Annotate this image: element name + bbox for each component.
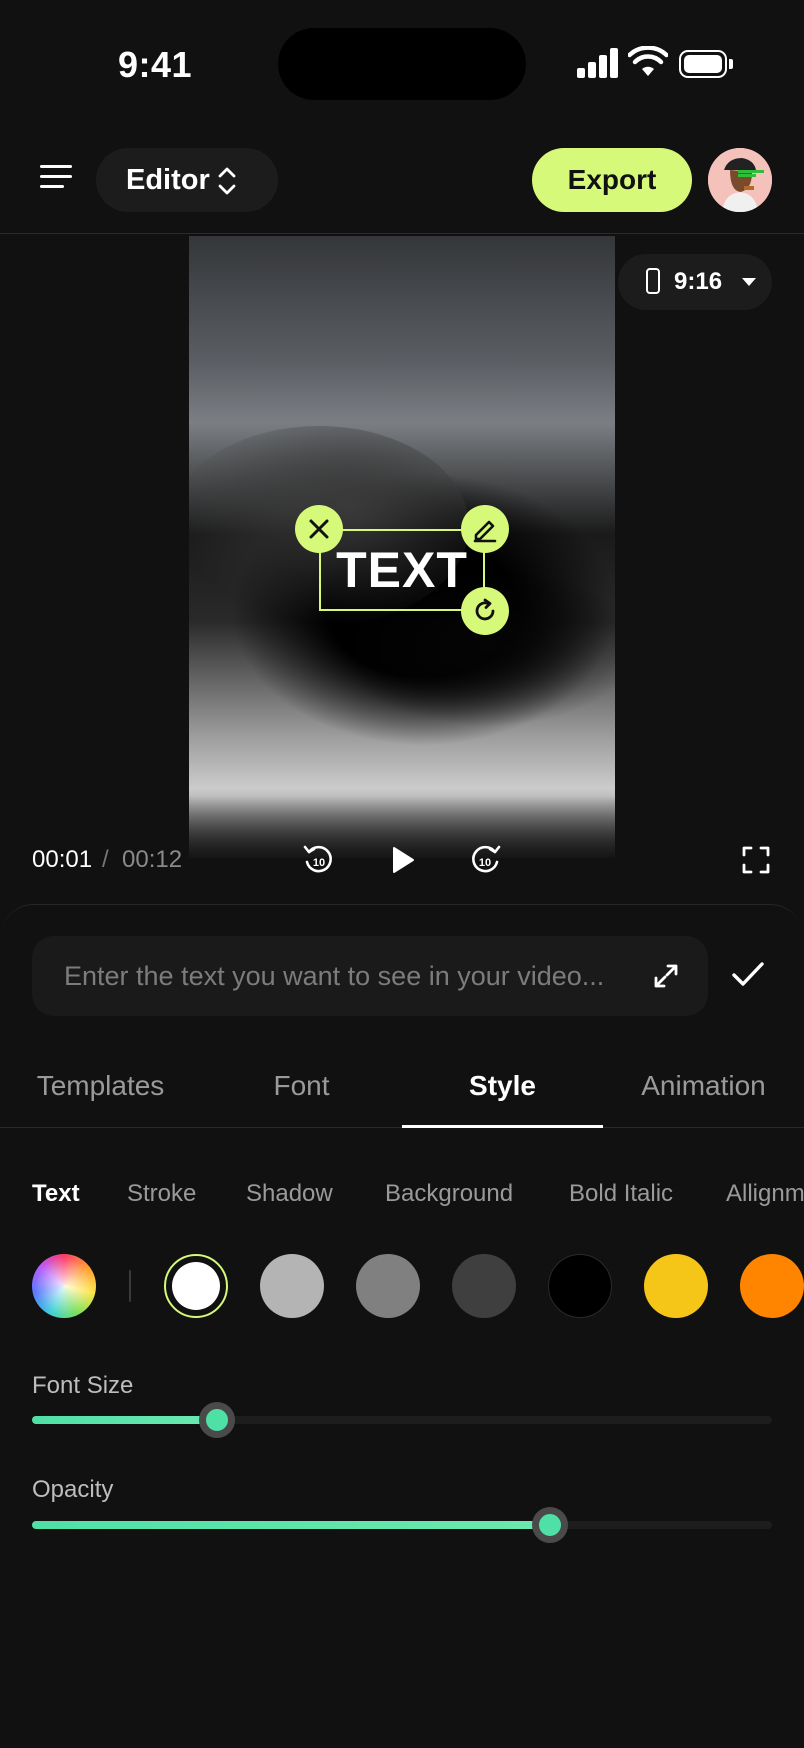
status-bar: 9:41 xyxy=(0,0,804,120)
phone-icon xyxy=(646,268,660,294)
swatch-light-gray[interactable] xyxy=(260,1254,324,1318)
color-swatches xyxy=(0,1254,804,1322)
play-icon[interactable] xyxy=(382,840,422,880)
swatch-gray[interactable] xyxy=(356,1254,420,1318)
opacity-slider[interactable] xyxy=(32,1507,772,1543)
rewind-10-icon[interactable]: 10 xyxy=(299,840,339,880)
text-input[interactable] xyxy=(64,936,624,1016)
rotate-icon xyxy=(475,598,495,621)
hamburger-icon xyxy=(40,165,72,168)
editor-mode-selector[interactable]: Editor xyxy=(96,148,278,212)
time-separator: / xyxy=(102,846,109,873)
forward-10-icon[interactable]: 10 xyxy=(465,840,505,880)
font-size-slider-thumb[interactable] xyxy=(199,1402,235,1438)
aspect-ratio-label: 9:16 xyxy=(674,268,723,295)
delete-text-button[interactable] xyxy=(295,505,343,553)
swatch-dark-gray[interactable] xyxy=(452,1254,516,1318)
color-wheel-picker[interactable] xyxy=(32,1254,96,1318)
swatch-black[interactable] xyxy=(548,1254,612,1318)
subtab-alignment[interactable]: Allignment xyxy=(726,1180,804,1208)
active-tab-indicator xyxy=(402,1125,603,1128)
editor-mode-label: Editor xyxy=(126,164,210,196)
font-size-slider[interactable] xyxy=(32,1402,772,1438)
style-sub-tabs: Text Stroke Shadow Background Bold Itali… xyxy=(0,1180,804,1220)
aspect-ratio-selector[interactable]: 9:16 xyxy=(618,254,772,310)
tab-templates[interactable]: Templates xyxy=(0,1070,201,1102)
font-size-label: Font Size xyxy=(32,1372,134,1399)
battery-icon xyxy=(679,50,733,78)
tab-style[interactable]: Style xyxy=(402,1070,603,1102)
subtab-bold-italic[interactable]: Bold Italic xyxy=(569,1180,673,1208)
swatch-white-selected[interactable] xyxy=(164,1254,228,1318)
export-button[interactable]: Export xyxy=(532,148,692,212)
subtab-background[interactable]: Background xyxy=(385,1180,513,1208)
rotate-text-handle[interactable] xyxy=(461,587,509,635)
tab-animation[interactable]: Animation xyxy=(603,1070,804,1102)
avatar-illustration xyxy=(708,148,772,212)
fullscreen-icon[interactable] xyxy=(736,840,776,880)
svg-text:10: 10 xyxy=(313,857,325,869)
tab-font[interactable]: Font xyxy=(201,1070,402,1102)
text-overlay: TEXT xyxy=(336,542,468,598)
confirm-check-icon[interactable] xyxy=(728,954,768,994)
total-time: 00:12 xyxy=(122,846,183,873)
pencil-icon xyxy=(473,520,497,543)
opacity-label: Opacity xyxy=(32,1476,114,1503)
chevron-up-down-icon xyxy=(218,167,236,195)
svg-text:10: 10 xyxy=(479,857,491,869)
edit-text-button[interactable] xyxy=(461,505,509,553)
subtab-shadow[interactable]: Shadow xyxy=(246,1180,333,1208)
swatch-yellow[interactable] xyxy=(644,1254,708,1318)
status-time: 9:41 xyxy=(118,44,193,85)
current-time: 00:01 xyxy=(32,846,93,873)
font-size-slider-fill xyxy=(32,1416,217,1424)
dynamic-island xyxy=(278,28,526,100)
text-overlay-box[interactable]: TEXT xyxy=(319,529,485,611)
signal-icon xyxy=(577,48,619,78)
top-bar: Editor Export xyxy=(0,130,804,234)
subtab-stroke[interactable]: Stroke xyxy=(127,1180,196,1208)
text-entry-field[interactable] xyxy=(32,936,708,1016)
text-editor-panel xyxy=(0,904,804,1748)
caret-down-icon xyxy=(742,278,756,286)
expand-icon[interactable] xyxy=(650,960,682,992)
menu-button[interactable] xyxy=(32,152,80,200)
close-icon xyxy=(309,519,329,539)
swatch-divider xyxy=(129,1270,131,1302)
wifi-icon xyxy=(628,46,668,76)
opacity-slider-fill xyxy=(32,1521,550,1529)
subtab-text[interactable]: Text xyxy=(32,1180,80,1208)
style-tabs: Templates Font Style Animation xyxy=(0,1062,804,1128)
swatch-orange[interactable] xyxy=(740,1254,804,1318)
user-avatar[interactable] xyxy=(708,148,772,212)
opacity-slider-thumb[interactable] xyxy=(532,1507,568,1543)
